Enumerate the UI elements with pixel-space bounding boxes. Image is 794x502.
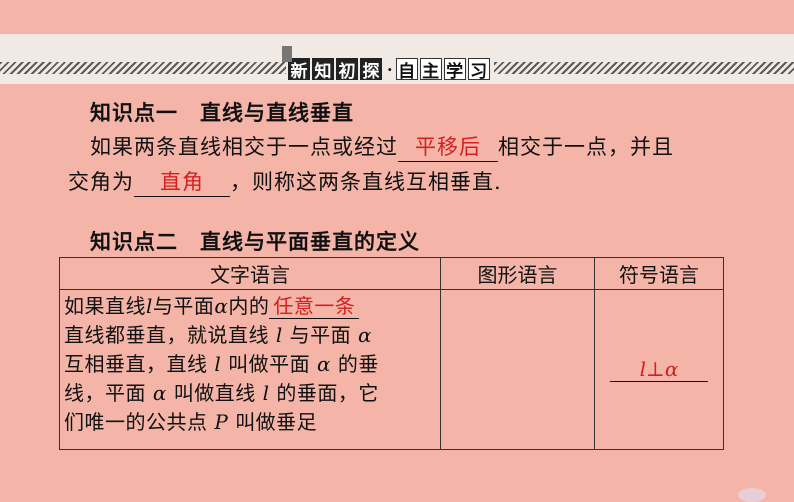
banner-char: 习 [467,58,490,82]
text: 如果直线 [64,294,146,318]
text: 直线都垂直，就说直线 [64,323,269,347]
answer-blank-1: 平移后 [398,131,498,162]
section2-heading: 知识点二 直线与平面垂直的定义 [90,229,420,254]
section1-line1: 如果两条直线相交于一点或经过 平移后 相交于一点，并且 [90,131,674,162]
text: 内的 [228,294,270,318]
math-var: α [357,323,372,347]
text: 交角为 [68,170,134,194]
answer-blank-3: 任意一条 [269,294,360,319]
section1-line2: 交角为 直角 ，则称这两条直线互相垂直. [68,166,502,197]
math-var: α [214,294,229,318]
banner-corner-mark [282,46,292,62]
text: 叫做直线 [173,381,256,405]
answer-blank-2: 直角 [134,166,230,197]
text-line: 线，平面 α 叫做直线 l 的垂面，它 [64,379,436,408]
text: 的垂 [337,352,379,376]
text: 线，平面 [64,381,146,405]
banner-separator: · [387,59,393,79]
text: 们唯一的公共点 [64,410,208,434]
text: 相交于一点，并且 [498,135,674,159]
text: ，则称这两条直线互相垂直. [230,170,502,194]
section-banner: 新 知 初 探 · 自 主 学 习 [0,34,794,84]
text-line: 们唯一的公共点 P 叫做垂足 [64,408,436,437]
text: 与平面 [289,323,352,347]
text: 叫做垂足 [235,410,318,434]
header-symbol-language: 符号语言 [594,257,724,290]
text: 如果两条直线相交于一点或经过 [90,135,398,159]
math-var: α [316,352,331,376]
banner-char: 主 [419,58,442,82]
math-var: P [214,410,229,434]
math-var: α [152,381,167,405]
text: 叫做平面 [228,352,311,376]
text: 的垂面，它 [276,381,379,405]
text-line: 如果直线l与平面α内的 任意一条 [64,292,436,321]
math-var: l [146,294,153,318]
header-figure-language: 图形语言 [440,257,595,290]
banner-title: 新 知 初 探 · 自 主 学 习 [282,46,494,82]
banner-char: 学 [443,58,466,82]
math-var: l [275,323,283,347]
banner-char: 知 [312,58,334,82]
section1-heading: 知识点一 直线与直线垂直 [90,100,354,125]
table-row: 如果直线l与平面α内的 任意一条 直线都垂直，就说直线 l 与平面 α 互相垂直，… [59,289,724,450]
text-language-cell: 如果直线l与平面α内的 任意一条 直线都垂直，就说直线 l 与平面 α 互相垂直，… [59,289,441,450]
text: 与平面 [152,294,215,318]
text-line: 互相垂直，直线 l 叫做平面 α 的垂 [64,350,436,379]
header-text-language: 文字语言 [59,257,441,290]
definition-table: 文字语言 图形语言 符号语言 如果直线l与平面α内的 任意一条 直线都垂直，就说直… [59,257,724,450]
decorative-blob [738,488,766,502]
banner-char: 自 [395,58,418,82]
figure-language-cell [440,289,595,450]
math-var: l [214,352,222,376]
table-header-row: 文字语言 图形语言 符号语言 [59,257,724,290]
symbol-answer: l⊥α [610,357,708,382]
text-line: 直线都垂直，就说直线 l 与平面 α [64,321,436,350]
symbol-language-cell: l⊥α [594,289,724,450]
math-var: l [262,381,270,405]
banner-char: 初 [336,58,358,82]
text: 互相垂直，直线 [64,352,208,376]
banner-char: 探 [360,58,382,82]
